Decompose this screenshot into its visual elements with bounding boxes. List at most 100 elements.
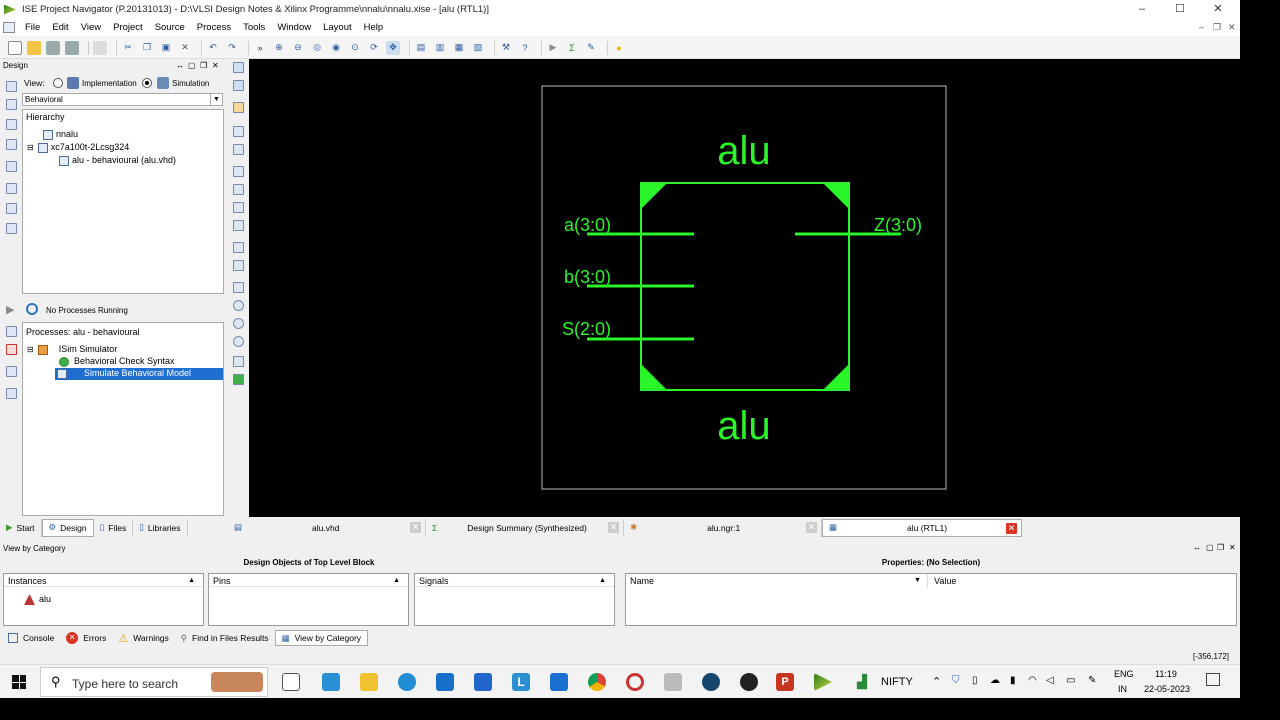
tab-errors[interactable]: ✕ Errors (60, 630, 112, 646)
add-wire-icon[interactable] (233, 80, 244, 91)
expand-icon[interactable] (233, 166, 244, 177)
implementation-radio[interactable] (53, 78, 63, 88)
source-properties-icon[interactable] (6, 161, 17, 172)
doc-restore-button[interactable]: ❐ (1213, 19, 1221, 36)
obs-icon[interactable] (740, 673, 758, 691)
tree-item-project[interactable]: nnalu (43, 129, 78, 140)
device-icon[interactable]: ▯ (972, 675, 978, 686)
save-icon[interactable] (46, 40, 60, 55)
menu-view[interactable]: View (75, 22, 107, 33)
add-copy-icon[interactable] (6, 119, 17, 130)
panel-maximize-icon[interactable]: ❐ (1217, 543, 1224, 552)
widgets-icon[interactable] (322, 673, 340, 691)
tab-design-summary[interactable]: Σ Design Summary (Synthesized) ✕ (426, 518, 624, 537)
new-source-icon[interactable] (6, 99, 17, 110)
refresh-icon[interactable]: ⟳ (367, 41, 381, 55)
cut-icon[interactable]: ✂ (121, 41, 135, 55)
tab-view-by-category[interactable]: ▦ View by Category (274, 630, 369, 646)
hierarchy-icon[interactable] (6, 139, 17, 150)
tile-vertical-icon[interactable]: ▦ (452, 41, 466, 55)
collapse-icon[interactable]: ⊟ (27, 345, 34, 354)
collapse-icon[interactable]: ⊟ (27, 143, 34, 152)
lock-icon[interactable] (6, 183, 17, 194)
help-pointer-icon[interactable]: ? (518, 41, 532, 55)
tool-icon[interactable] (664, 673, 682, 691)
chevron-up-icon[interactable]: ⌃ (932, 675, 941, 688)
panel-close-icon[interactable]: ✕ (212, 60, 219, 72)
green-tag-icon[interactable] (233, 374, 244, 385)
select-pointer-icon[interactable] (233, 62, 244, 73)
powerpoint-icon[interactable]: P (776, 673, 794, 691)
undo-icon[interactable]: ↶ (206, 41, 220, 55)
copy-icon[interactable]: ❐ (140, 41, 154, 55)
sort-down-icon[interactable]: ▼ (914, 574, 921, 588)
process-hierarchy-icon[interactable] (6, 326, 17, 337)
record-icon[interactable] (626, 673, 644, 691)
close-button[interactable]: ✕ (1199, 0, 1237, 19)
sort-icon[interactable]: ▲ (188, 574, 195, 588)
menu-help[interactable]: Help (358, 22, 390, 33)
security-icon[interactable]: ⛉ (952, 675, 960, 686)
paste-icon[interactable]: ▣ (159, 41, 173, 55)
ise-taskbar-icon[interactable] (814, 673, 832, 691)
panel-float-icon[interactable]: ↔ (176, 60, 184, 72)
zoom-reset-circle-icon[interactable] (233, 336, 244, 347)
pins-header[interactable]: Pins ▲ (209, 574, 408, 587)
delete-icon[interactable]: ✕ (178, 41, 192, 55)
panel-close-icon[interactable]: ✕ (1229, 543, 1236, 552)
tile-icon[interactable]: ▧ (471, 41, 485, 55)
file-explorer-icon[interactable] (360, 673, 378, 691)
run-process-icon[interactable]: ▶ (6, 303, 14, 316)
tree-item-isim[interactable]: ⊟ ISim Simulator (27, 344, 117, 355)
add-instance-icon[interactable] (233, 102, 244, 113)
wifi-icon[interactable]: ◠ (1028, 675, 1037, 686)
redo-icon[interactable]: ↷ (225, 41, 239, 55)
notifications-icon[interactable] (1206, 673, 1220, 686)
tab-warnings[interactable]: ⚠ Warnings (112, 630, 174, 646)
open-folder-icon[interactable] (27, 40, 41, 55)
mic-icon[interactable]: ▮ (1010, 675, 1016, 686)
task-view-icon[interactable] (282, 673, 300, 691)
volume-icon[interactable]: ◁ (1046, 675, 1054, 686)
sim-type-dropdown[interactable]: Behavioral ▼ (22, 93, 223, 106)
new-file-icon[interactable] (8, 40, 22, 55)
tab-alu-vhd[interactable]: ▤ alu.vhd ✕ (228, 518, 426, 537)
panel-minimize-icon[interactable]: ▢ (1206, 543, 1214, 552)
collapse-node-icon[interactable] (233, 184, 244, 195)
save-all-icon[interactable] (65, 40, 79, 55)
print-node-icon[interactable] (233, 220, 244, 231)
lightbulb-icon[interactable]: ● (612, 41, 626, 55)
schematic-canvas[interactable]: alu a(3:0) b(3:0) S(2:0) Z(3:0) alu (249, 59, 1240, 517)
text-annotation-icon[interactable] (233, 260, 244, 271)
tab-close-icon[interactable]: ✕ (806, 521, 817, 533)
tab-find-in-files[interactable]: ⚲ Find in Files Results (175, 630, 275, 646)
tab-files[interactable]: ▯ Files (93, 518, 134, 537)
instances-header[interactable]: Instances ▲ (4, 574, 203, 587)
zoom-in-icon[interactable]: ⊕ (272, 41, 286, 55)
more-icon[interactable]: » (253, 41, 267, 55)
region-code[interactable]: IN (1118, 684, 1127, 694)
add-source-icon[interactable] (6, 81, 17, 92)
clock-date[interactable]: 22-05-2023 (1144, 684, 1190, 694)
forward-icon[interactable] (233, 126, 244, 137)
zoom-out-circle-icon[interactable] (233, 318, 244, 329)
zoom-out-icon[interactable]: ⊖ (291, 41, 305, 55)
zoom-in-circle-icon[interactable] (233, 300, 244, 311)
mail-icon[interactable] (436, 673, 454, 691)
minimize-button[interactable]: – (1123, 0, 1161, 19)
menu-window[interactable]: Window (271, 22, 317, 33)
store-icon[interactable] (474, 673, 492, 691)
run-icon[interactable]: ▶ (546, 41, 560, 55)
panel-float-icon[interactable]: ↔ (1193, 543, 1201, 552)
panel-maximize-icon[interactable]: ❐ (200, 60, 207, 72)
process-table-icon[interactable] (6, 388, 17, 399)
pan-icon[interactable]: ✥ (386, 40, 400, 55)
stop-process-icon[interactable] (6, 344, 17, 355)
sort-icon[interactable]: ▲ (599, 574, 606, 588)
table-icon[interactable] (6, 223, 17, 234)
properties-table[interactable]: Name ▼ Value (625, 573, 1237, 626)
doc-minimize-button[interactable]: – (1199, 19, 1204, 36)
zoom-select-icon[interactable]: ⊙ (348, 41, 362, 55)
tab-design[interactable]: ⚙ Design (41, 518, 94, 537)
l-app-icon[interactable]: L (512, 673, 530, 691)
